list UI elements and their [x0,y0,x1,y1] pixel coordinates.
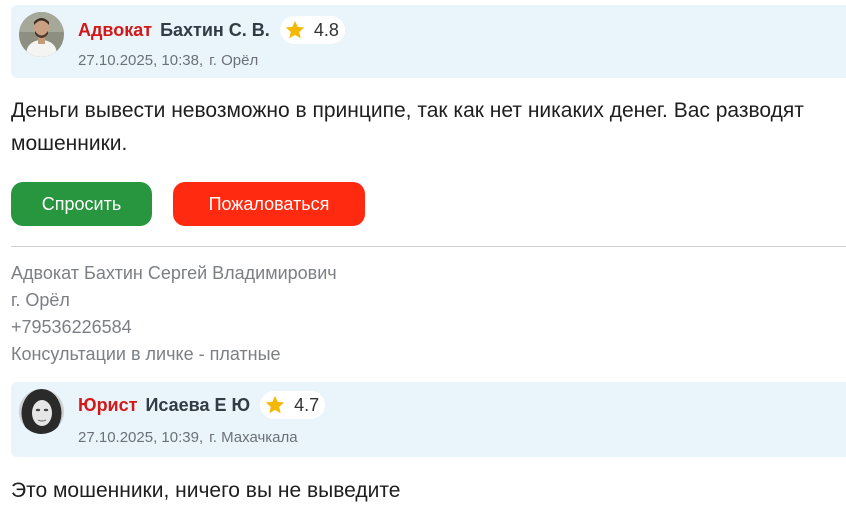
author-role: Адвокат [78,19,153,40]
avatar[interactable] [19,389,64,434]
rating-badge: 4.7 [260,391,326,419]
author-role: Юрист [78,394,138,415]
ask-button[interactable]: Спросить [11,182,152,226]
answer-city: г. Орёл [209,52,259,69]
avatar[interactable] [19,12,64,57]
divider [11,246,846,247]
signature-line: +79536226584 [11,317,132,337]
star-icon [265,395,285,414]
answer-date: 27.10.2025, 10:39, [78,429,204,446]
answer-header-2: Юрист Исаева Е Ю 4.7 27.10.2025, 10:39, г… [11,382,846,457]
answer-text: Это мошенники, ничего вы не выведите [11,479,401,502]
author-name[interactable]: Исаева Е Ю [145,395,250,416]
rating-badge: 4.8 [279,16,345,44]
signature-line: г. Орёл [11,290,70,310]
author-name[interactable]: Бахтин С. В. [160,20,270,41]
complain-button[interactable]: Пожаловаться [173,182,365,226]
answer-city: г. Махачкала [209,429,298,446]
answer-header-1: Адвокат Бахтин С. В. 4.8 27.10.2025, 10:… [11,5,846,78]
rating-value: 4.8 [313,19,339,40]
signature-line: Консультации в личке - платные [11,344,281,364]
star-icon [285,20,304,39]
female-avatar-image [19,389,64,434]
author-signature: Адвокат Бахтин Сергей Владимирович г. Ор… [11,260,337,368]
rating-value: 4.7 [294,394,320,415]
answer-text: Деньги вывести невозможно в принципе, та… [11,99,804,155]
signature-line: Адвокат Бахтин Сергей Владимирович [11,263,337,283]
male-avatar-image [19,12,64,57]
answer-date: 27.10.2025, 10:38, [78,52,204,69]
